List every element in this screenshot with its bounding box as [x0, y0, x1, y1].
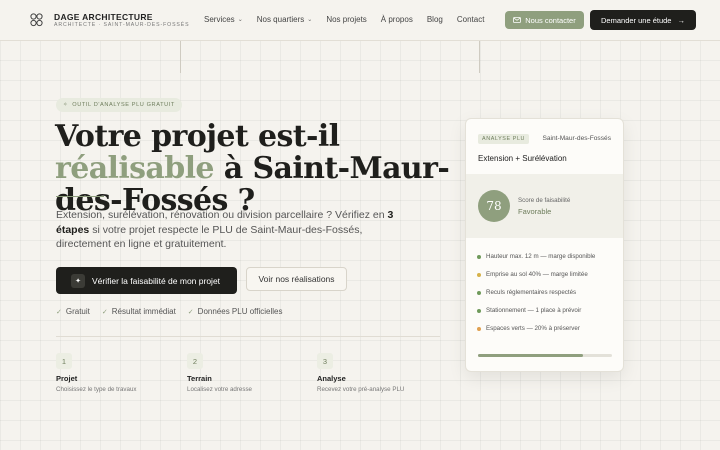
hero-title-part: Votre projet est-il	[55, 119, 340, 154]
decor-line	[180, 41, 181, 73]
check-icon: ✓	[187, 308, 194, 316]
nav-item-label: Nos projets	[326, 15, 367, 24]
criterion-text: Reculs réglementaires respectés	[486, 289, 577, 296]
arrow-right-icon: →	[677, 15, 685, 25]
criterion-text: Stationnement — 1 place à prévoir	[486, 307, 582, 314]
request-study-label: Demander une étude	[601, 15, 672, 25]
score-label: Score de faisabilité	[518, 197, 571, 204]
nav-item-projets[interactable]: Nos projets	[326, 15, 366, 24]
check-icon: ✓	[56, 308, 62, 316]
view-realisations-button[interactable]: Voir nos réalisations	[246, 267, 347, 291]
feature-check-label: Données PLU officielles	[197, 307, 283, 316]
nav-item-label: Contact	[456, 15, 485, 24]
feasibility-progress	[478, 354, 612, 357]
criterion-item: Espaces verts — 20% à préserver	[477, 325, 580, 332]
nav-item-contact[interactable]: Contact	[457, 15, 485, 24]
score-value: 78	[478, 190, 510, 222]
step-item: 1 Projet Choisissez le type de travaux	[56, 353, 186, 393]
request-study-button[interactable]: Demander une étude →	[590, 10, 696, 30]
hero-badge-label: OUTIL D'ANALYSE PLU GRATUIT	[72, 102, 175, 108]
check-feasibility-button[interactable]: ✦ Vérifier la faisabilité de mon projet	[56, 267, 237, 294]
main-nav: Services ⌄ Nos quartiers ⌄ Nos projets À…	[204, 15, 498, 24]
nav-item-label: Services	[204, 15, 235, 24]
plu-analysis-card: ANALYSE PLU Saint-Maur-des-Fossés Extens…	[465, 118, 624, 372]
contact-button[interactable]: Nous contacter	[505, 11, 584, 29]
hero-desc-text: si votre projet respecte le PLU de Saint…	[56, 223, 363, 251]
step-item: 3 Analyse Recevez votre pré-analyse PLU	[317, 353, 447, 393]
hero-title: Votre projet est-il réalisable à Saint-M…	[55, 121, 455, 217]
step-number: 1	[56, 353, 72, 369]
status-dot-icon	[477, 254, 481, 259]
step-title: Projet	[56, 374, 78, 383]
score-status: Favorable	[518, 207, 552, 216]
score-panel: 78 Score de faisabilité Favorable	[466, 174, 623, 238]
chevron-down-icon: ⌄	[307, 17, 313, 23]
logo-icon[interactable]	[30, 13, 43, 27]
sparkle-icon: ✧	[63, 102, 69, 108]
feature-check: ✓ Données PLU officielles	[188, 307, 283, 316]
step-description: Recevez votre pré-analyse PLU	[317, 386, 405, 393]
steps-divider	[56, 336, 440, 337]
card-project-title: Extension + Surélévation	[478, 154, 567, 163]
criterion-item: Hauteur max. 12 m — marge disponible	[477, 253, 595, 260]
nav-item-a-propos[interactable]: À propos	[381, 15, 413, 24]
title-divider	[56, 196, 104, 197]
nav-item-label: Blog	[426, 15, 443, 24]
contact-button-label: Nous contacter	[525, 15, 576, 25]
criterion-text: Hauteur max. 12 m — marge disponible	[486, 253, 596, 260]
nav-item-quartiers[interactable]: Nos quartiers ⌄	[257, 15, 313, 24]
check-icon: ✓	[101, 308, 108, 316]
nav-item-label: À propos	[380, 15, 413, 24]
hero-desc-text: Extension, surélévation, rénovation ou d…	[56, 209, 388, 221]
decor-line	[479, 41, 480, 73]
criterion-item: Emprise au sol 40% — marge limitée	[477, 271, 588, 278]
card-tag: ANALYSE PLU	[478, 134, 530, 144]
nav-item-label: Nos quartiers	[256, 15, 305, 24]
feature-check: ✓ Résultat immédiat	[102, 307, 176, 316]
site-header: DAGE ARCHITECTURE ARCHITECTE · SAINT-MAU…	[0, 0, 720, 41]
card-location: Saint-Maur-des-Fossés	[542, 135, 611, 142]
status-dot-icon	[477, 326, 481, 331]
hero-badge: ✧ OUTIL D'ANALYSE PLU GRATUIT	[56, 98, 182, 112]
status-dot-icon	[477, 290, 481, 295]
chevron-down-icon: ⌄	[237, 17, 243, 23]
step-description: Choisissez le type de travaux	[56, 386, 137, 393]
criterion-text: Espaces verts — 20% à préserver	[486, 325, 580, 332]
nav-item-blog[interactable]: Blog	[427, 15, 443, 24]
mail-icon	[513, 17, 522, 23]
view-realisations-label: Voir nos réalisations	[258, 274, 335, 284]
step-item: 2 Terrain Localisez votre adresse	[187, 353, 317, 393]
check-feasibility-label: Vérifier la faisabilité de mon projet	[92, 275, 221, 286]
criterion-item: Reculs réglementaires respectés	[477, 289, 576, 296]
brand-subtitle: ARCHITECTE · SAINT-MAUR-DES-FOSSÉS	[54, 22, 190, 28]
criterion-item: Stationnement — 1 place à prévoir	[477, 307, 581, 314]
step-number: 2	[187, 353, 203, 369]
feasibility-progress-fill	[478, 354, 583, 357]
feature-check-label: Résultat immédiat	[111, 307, 176, 316]
hero-title-accent: réalisable	[55, 151, 215, 186]
step-description: Localisez votre adresse	[187, 386, 253, 393]
step-title: Terrain	[187, 374, 212, 383]
feature-check: ✓ Gratuit	[56, 307, 90, 316]
status-dot-icon	[477, 272, 481, 277]
feature-checks: ✓ Gratuit ✓ Résultat immédiat ✓ Données …	[56, 307, 282, 316]
magic-wand-icon: ✦	[71, 273, 85, 288]
status-dot-icon	[477, 308, 481, 313]
criterion-text: Emprise au sol 40% — marge limitée	[486, 271, 588, 278]
feature-check-label: Gratuit	[65, 307, 90, 316]
step-number: 3	[317, 353, 333, 369]
hero-description: Extension, surélévation, rénovation ou d…	[56, 208, 396, 252]
step-title: Analyse	[317, 374, 346, 383]
brand-name[interactable]: DAGE ARCHITECTURE	[54, 12, 153, 22]
nav-item-services[interactable]: Services ⌄	[204, 15, 243, 24]
